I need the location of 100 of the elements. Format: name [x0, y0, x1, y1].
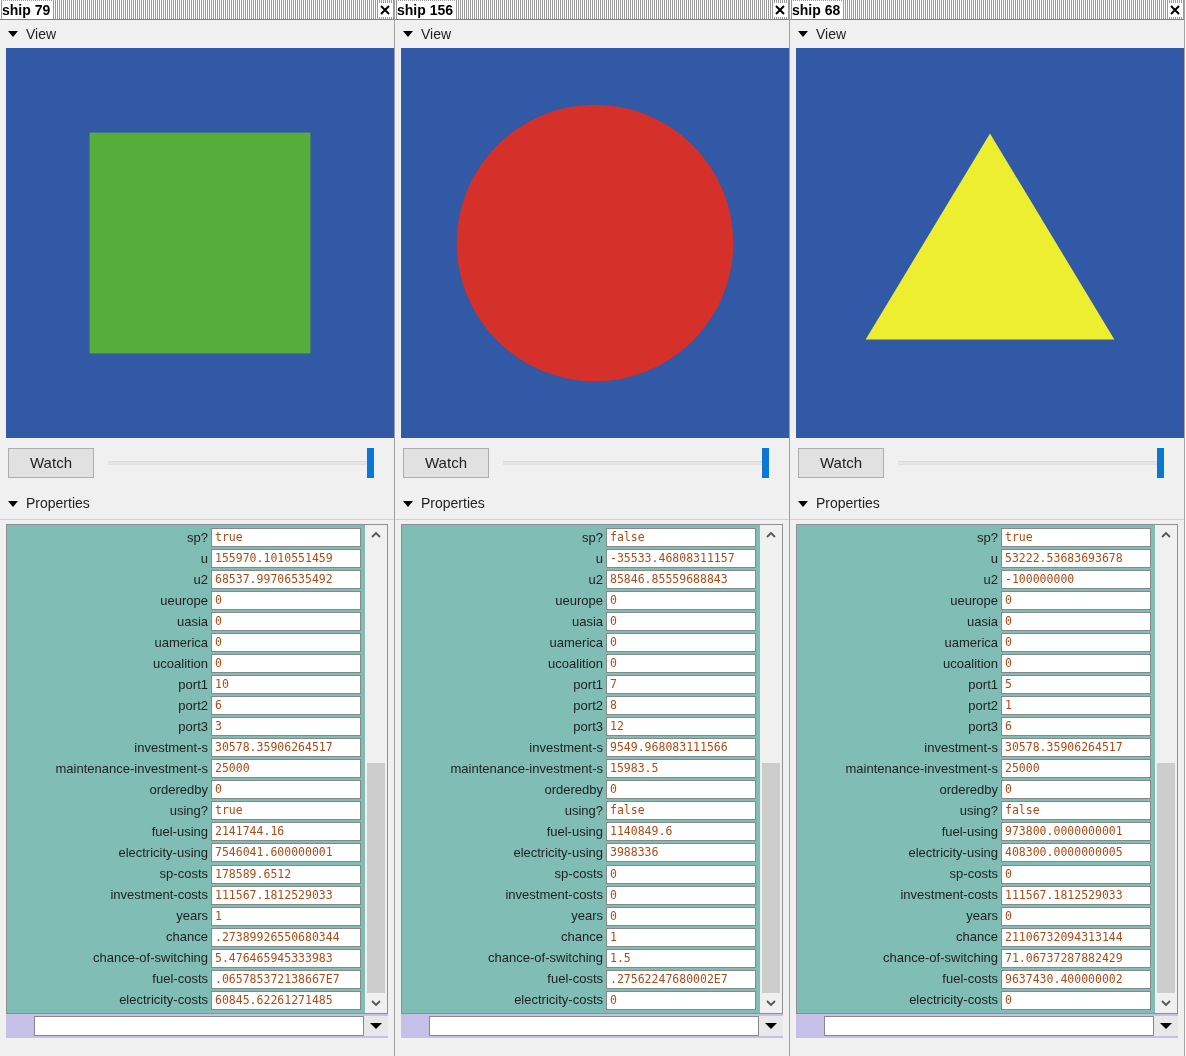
property-field[interactable]: 3988336	[606, 843, 756, 863]
property-field[interactable]: false	[606, 801, 756, 821]
property-field[interactable]: 0	[1001, 591, 1151, 611]
section-header[interactable]: View	[26, 23, 57, 45]
property-field[interactable]: 0	[211, 612, 361, 632]
property-field[interactable]: 0	[211, 591, 361, 611]
property-field[interactable]: true	[211, 801, 361, 821]
property-field[interactable]: 1	[606, 927, 756, 947]
close-icon[interactable]	[378, 2, 392, 17]
property-field[interactable]: 0	[606, 906, 756, 926]
property-field[interactable]: 5.476465945333983	[211, 948, 361, 968]
property-field[interactable]: 0	[606, 591, 756, 611]
property-field[interactable]: 0	[211, 654, 361, 674]
command-input[interactable]	[34, 1016, 364, 1036]
property-field[interactable]: 0	[1001, 990, 1151, 1010]
property-field[interactable]: 85846.85559688843	[606, 570, 756, 590]
property-field[interactable]: 30578.35906264517	[1001, 738, 1151, 758]
property-field[interactable]: .27389926550680344	[211, 927, 361, 947]
property-field[interactable]: 155970.1010551459	[211, 549, 361, 569]
property-field[interactable]: 0	[606, 885, 756, 905]
property-field[interactable]: 7	[606, 675, 756, 695]
property-field[interactable]: 973800.0000000001	[1001, 822, 1151, 842]
section-header[interactable]: Properties	[421, 493, 485, 514]
disclosure-triangle-icon[interactable]	[403, 498, 413, 509]
property-field[interactable]: true	[1001, 528, 1151, 547]
property-field[interactable]: 30578.35906264517	[211, 738, 361, 758]
property-field[interactable]: 0	[211, 780, 361, 800]
property-field[interactable]: 2141744.16	[211, 822, 361, 842]
property-field[interactable]: 25000	[211, 759, 361, 779]
property-field[interactable]: false	[1001, 801, 1151, 821]
property-field[interactable]: 0	[1001, 864, 1151, 884]
property-field[interactable]: 5	[1001, 675, 1151, 695]
scroll-up-icon[interactable]	[1161, 531, 1171, 539]
dropdown-button[interactable]	[1154, 1016, 1178, 1036]
property-field[interactable]: 1140849.6	[606, 822, 756, 842]
watch-button[interactable]: Watch	[798, 448, 884, 478]
property-field[interactable]: 9637430.400000002	[1001, 969, 1151, 989]
close-icon[interactable]	[773, 2, 787, 17]
section-header[interactable]: Properties	[816, 493, 880, 514]
property-field[interactable]: 15983.5	[606, 759, 756, 779]
scroll-up-icon[interactable]	[371, 531, 381, 539]
property-field[interactable]: 1.5	[606, 948, 756, 968]
property-field[interactable]: 68537.99706535492	[211, 570, 361, 590]
scroll-down-icon[interactable]	[1161, 999, 1171, 1007]
slider-thumb[interactable]	[367, 448, 374, 478]
disclosure-triangle-icon[interactable]	[8, 29, 18, 39]
dropdown-button[interactable]	[759, 1016, 783, 1036]
slider-thumb[interactable]	[1157, 448, 1164, 478]
property-field[interactable]: 21106732094313144	[1001, 927, 1151, 947]
property-field[interactable]: 6	[211, 696, 361, 716]
property-field[interactable]: 0	[211, 633, 361, 653]
property-field[interactable]: 25000	[1001, 759, 1151, 779]
property-field[interactable]: .065785372138667E7	[211, 969, 361, 989]
property-field[interactable]: 8	[606, 696, 756, 716]
property-field[interactable]: 9549.968083111566	[606, 738, 756, 758]
scroll-down-icon[interactable]	[371, 999, 381, 1007]
scrollbar-thumb[interactable]	[1157, 763, 1175, 993]
property-field[interactable]: 111567.1812529033	[1001, 885, 1151, 905]
property-field[interactable]: 7546041.600000001	[211, 843, 361, 863]
property-field[interactable]: 0	[606, 780, 756, 800]
property-field[interactable]: 0	[1001, 654, 1151, 674]
watch-button[interactable]: Watch	[403, 448, 489, 478]
property-field[interactable]: 0	[1001, 612, 1151, 632]
property-field[interactable]: 111567.1812529033	[211, 885, 361, 905]
property-field[interactable]: false	[606, 528, 756, 547]
watch-button[interactable]: Watch	[8, 448, 94, 478]
property-field[interactable]: -100000000	[1001, 570, 1151, 590]
property-field[interactable]: 1	[211, 906, 361, 926]
property-field[interactable]: 0	[606, 990, 756, 1010]
property-field[interactable]: 0	[606, 633, 756, 653]
scroll-up-icon[interactable]	[766, 531, 776, 539]
property-field[interactable]: .27562247680002E7	[606, 969, 756, 989]
close-icon[interactable]	[1168, 2, 1182, 17]
property-field[interactable]: 53222.53683693678	[1001, 549, 1151, 569]
disclosure-triangle-icon[interactable]	[798, 29, 808, 39]
property-field[interactable]: 0	[1001, 633, 1151, 653]
property-field[interactable]: 1	[1001, 696, 1151, 716]
property-field[interactable]: 71.06737287882429	[1001, 948, 1151, 968]
section-header[interactable]: Properties	[26, 493, 90, 514]
section-header[interactable]: View	[816, 23, 847, 45]
command-input[interactable]	[429, 1016, 759, 1036]
dropdown-icon[interactable]	[1160, 1023, 1172, 1029]
slider-thumb[interactable]	[762, 448, 769, 478]
scroll-down-icon[interactable]	[766, 999, 776, 1007]
dropdown-icon[interactable]	[765, 1023, 777, 1029]
property-field[interactable]: -35533.46808311157	[606, 549, 756, 569]
property-field[interactable]: 60845.62261271485	[211, 990, 361, 1010]
property-field[interactable]: 10	[211, 675, 361, 695]
property-field[interactable]: 6	[1001, 717, 1151, 737]
property-field[interactable]: 0	[1001, 780, 1151, 800]
scrollbar-thumb[interactable]	[762, 763, 780, 993]
property-field[interactable]: 0	[606, 612, 756, 632]
property-field[interactable]: 408300.0000000005	[1001, 843, 1151, 863]
disclosure-triangle-icon[interactable]	[8, 498, 18, 509]
property-field[interactable]: 0	[606, 654, 756, 674]
property-field[interactable]: 178589.6512	[211, 864, 361, 884]
disclosure-triangle-icon[interactable]	[403, 29, 413, 39]
disclosure-triangle-icon[interactable]	[798, 498, 808, 509]
property-field[interactable]: 0	[1001, 906, 1151, 926]
dropdown-icon[interactable]	[370, 1023, 382, 1029]
